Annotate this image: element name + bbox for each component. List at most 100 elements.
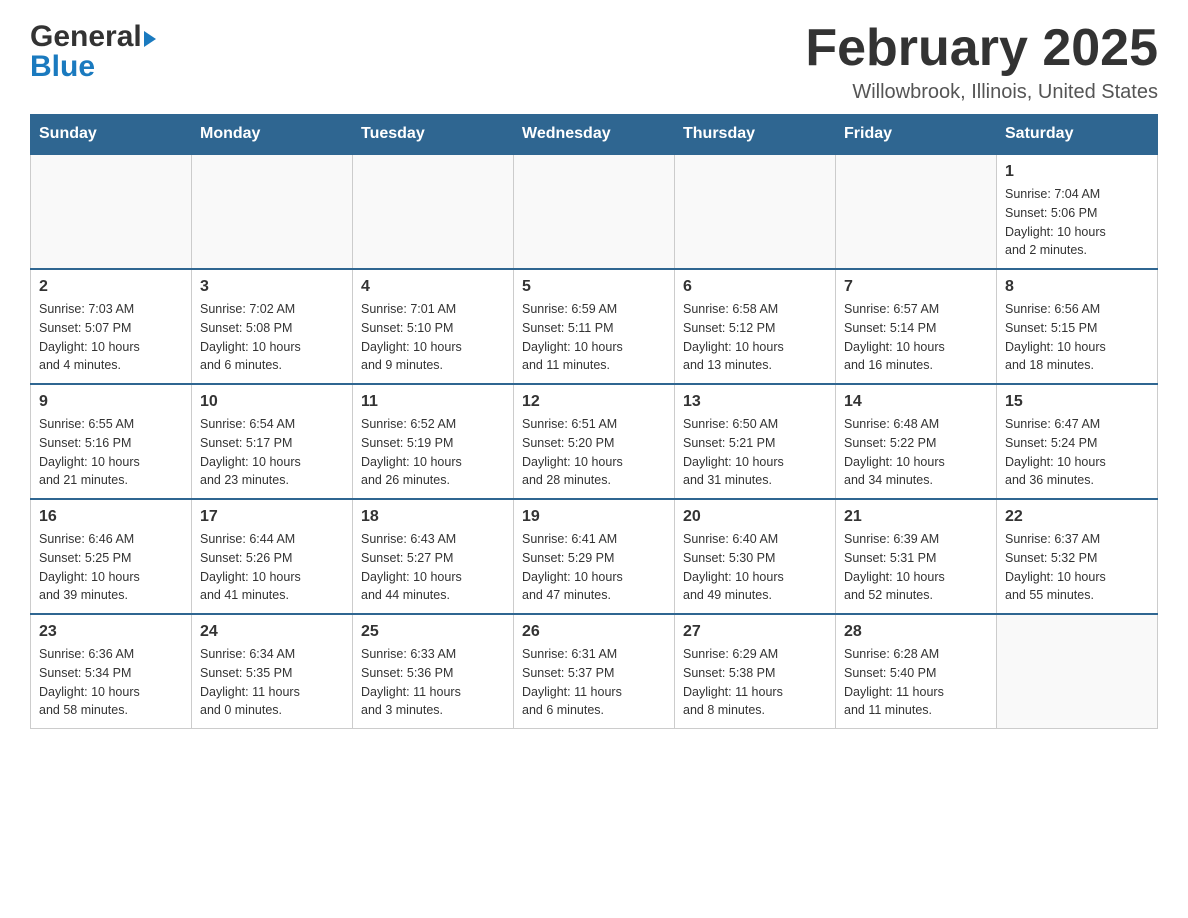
logo-general-text: General	[30, 20, 142, 54]
day-number: 5	[522, 278, 666, 296]
day-number: 24	[200, 623, 344, 641]
day-number: 23	[39, 623, 183, 641]
col-tuesday: Tuesday	[353, 115, 514, 155]
day-info: Sunrise: 6:34 AM Sunset: 5:35 PM Dayligh…	[200, 645, 344, 720]
day-number: 3	[200, 278, 344, 296]
day-info: Sunrise: 6:37 AM Sunset: 5:32 PM Dayligh…	[1005, 530, 1149, 605]
day-info: Sunrise: 6:55 AM Sunset: 5:16 PM Dayligh…	[39, 415, 183, 490]
day-number: 2	[39, 278, 183, 296]
day-info: Sunrise: 6:56 AM Sunset: 5:15 PM Dayligh…	[1005, 300, 1149, 375]
col-friday: Friday	[836, 115, 997, 155]
calendar-week-row: 1 Sunrise: 7:04 AM Sunset: 5:06 PM Daylig…	[31, 154, 1158, 269]
day-number: 16	[39, 508, 183, 526]
day-info: Sunrise: 6:47 AM Sunset: 5:24 PM Dayligh…	[1005, 415, 1149, 490]
day-number: 7	[844, 278, 988, 296]
calendar-day-cell: 20 Sunrise: 6:40 AM Sunset: 5:30 PM Dayli…	[675, 499, 836, 614]
day-info: Sunrise: 6:52 AM Sunset: 5:19 PM Dayligh…	[361, 415, 505, 490]
day-number: 13	[683, 393, 827, 411]
day-number: 27	[683, 623, 827, 641]
calendar-table: Sunday Monday Tuesday Wednesday Thursday…	[30, 114, 1158, 729]
calendar-day-cell: 2 Sunrise: 7:03 AM Sunset: 5:07 PM Daylig…	[31, 269, 192, 384]
logo-arrow-icon	[144, 31, 156, 47]
day-info: Sunrise: 6:41 AM Sunset: 5:29 PM Dayligh…	[522, 530, 666, 605]
day-info: Sunrise: 6:44 AM Sunset: 5:26 PM Dayligh…	[200, 530, 344, 605]
calendar-day-cell: 12 Sunrise: 6:51 AM Sunset: 5:20 PM Dayli…	[514, 384, 675, 499]
day-number: 21	[844, 508, 988, 526]
calendar-day-cell: 18Sunrise: 6:43 AM Sunset: 5:27 PM Dayli…	[353, 499, 514, 614]
calendar-day-cell	[192, 154, 353, 269]
calendar-day-cell: 14 Sunrise: 6:48 AM Sunset: 5:22 PM Dayli…	[836, 384, 997, 499]
day-info: Sunrise: 6:54 AM Sunset: 5:17 PM Dayligh…	[200, 415, 344, 490]
day-number: 8	[1005, 278, 1149, 296]
calendar-day-cell: 7Sunrise: 6:57 AM Sunset: 5:14 PM Daylig…	[836, 269, 997, 384]
calendar-day-cell: 17 Sunrise: 6:44 AM Sunset: 5:26 PM Dayli…	[192, 499, 353, 614]
day-number: 18	[361, 508, 505, 526]
calendar-day-cell: 21 Sunrise: 6:39 AM Sunset: 5:31 PM Dayli…	[836, 499, 997, 614]
day-info: Sunrise: 6:39 AM Sunset: 5:31 PM Dayligh…	[844, 530, 988, 605]
calendar-day-cell: 25 Sunrise: 6:33 AM Sunset: 5:36 PM Dayli…	[353, 614, 514, 729]
col-saturday: Saturday	[997, 115, 1158, 155]
day-info: Sunrise: 6:29 AM Sunset: 5:38 PM Dayligh…	[683, 645, 827, 720]
day-info: Sunrise: 6:28 AM Sunset: 5:40 PM Dayligh…	[844, 645, 988, 720]
day-number: 25	[361, 623, 505, 641]
calendar-day-cell: 1 Sunrise: 7:04 AM Sunset: 5:06 PM Daylig…	[997, 154, 1158, 269]
month-title: February 2025	[805, 20, 1158, 77]
calendar-day-cell	[353, 154, 514, 269]
day-number: 9	[39, 393, 183, 411]
calendar-week-row: 16 Sunrise: 6:46 AM Sunset: 5:25 PM Dayli…	[31, 499, 1158, 614]
day-number: 10	[200, 393, 344, 411]
calendar-week-row: 9 Sunrise: 6:55 AM Sunset: 5:16 PM Daylig…	[31, 384, 1158, 499]
day-info: Sunrise: 6:59 AM Sunset: 5:11 PM Dayligh…	[522, 300, 666, 375]
day-number: 26	[522, 623, 666, 641]
calendar-day-cell: 27 Sunrise: 6:29 AM Sunset: 5:38 PM Dayli…	[675, 614, 836, 729]
day-info: Sunrise: 6:58 AM Sunset: 5:12 PM Dayligh…	[683, 300, 827, 375]
calendar-day-cell: 8 Sunrise: 6:56 AM Sunset: 5:15 PM Daylig…	[997, 269, 1158, 384]
day-number: 17	[200, 508, 344, 526]
day-info: Sunrise: 7:03 AM Sunset: 5:07 PM Dayligh…	[39, 300, 183, 375]
col-monday: Monday	[192, 115, 353, 155]
calendar-day-cell: 15 Sunrise: 6:47 AM Sunset: 5:24 PM Dayli…	[997, 384, 1158, 499]
day-number: 1	[1005, 163, 1149, 181]
calendar-day-cell	[514, 154, 675, 269]
day-info: Sunrise: 6:36 AM Sunset: 5:34 PM Dayligh…	[39, 645, 183, 720]
calendar-day-cell: 16 Sunrise: 6:46 AM Sunset: 5:25 PM Dayli…	[31, 499, 192, 614]
day-info: Sunrise: 6:46 AM Sunset: 5:25 PM Dayligh…	[39, 530, 183, 605]
title-block: February 2025 Willowbrook, Illinois, Uni…	[805, 20, 1158, 104]
day-info: Sunrise: 7:04 AM Sunset: 5:06 PM Dayligh…	[1005, 185, 1149, 260]
day-number: 4	[361, 278, 505, 296]
col-sunday: Sunday	[31, 115, 192, 155]
day-info: Sunrise: 6:33 AM Sunset: 5:36 PM Dayligh…	[361, 645, 505, 720]
logo-blue-text: Blue	[30, 50, 95, 84]
calendar-day-cell: 19Sunrise: 6:41 AM Sunset: 5:29 PM Dayli…	[514, 499, 675, 614]
calendar-day-cell: 24 Sunrise: 6:34 AM Sunset: 5:35 PM Dayli…	[192, 614, 353, 729]
day-info: Sunrise: 7:02 AM Sunset: 5:08 PM Dayligh…	[200, 300, 344, 375]
day-info: Sunrise: 7:01 AM Sunset: 5:10 PM Dayligh…	[361, 300, 505, 375]
day-number: 11	[361, 393, 505, 411]
day-info: Sunrise: 6:50 AM Sunset: 5:21 PM Dayligh…	[683, 415, 827, 490]
day-number: 22	[1005, 508, 1149, 526]
calendar-day-cell	[31, 154, 192, 269]
day-number: 12	[522, 393, 666, 411]
calendar-header-row: Sunday Monday Tuesday Wednesday Thursday…	[31, 115, 1158, 155]
calendar-week-row: 2 Sunrise: 7:03 AM Sunset: 5:07 PM Daylig…	[31, 269, 1158, 384]
logo: General Blue	[30, 20, 156, 84]
day-number: 20	[683, 508, 827, 526]
day-info: Sunrise: 6:48 AM Sunset: 5:22 PM Dayligh…	[844, 415, 988, 490]
page-header: General Blue February 2025 Willowbrook, …	[30, 20, 1158, 104]
calendar-day-cell	[997, 614, 1158, 729]
day-number: 14	[844, 393, 988, 411]
calendar-day-cell	[675, 154, 836, 269]
day-info: Sunrise: 6:51 AM Sunset: 5:20 PM Dayligh…	[522, 415, 666, 490]
calendar-day-cell: 11 Sunrise: 6:52 AM Sunset: 5:19 PM Dayli…	[353, 384, 514, 499]
calendar-day-cell: 28Sunrise: 6:28 AM Sunset: 5:40 PM Dayli…	[836, 614, 997, 729]
calendar-day-cell: 10 Sunrise: 6:54 AM Sunset: 5:17 PM Dayli…	[192, 384, 353, 499]
calendar-day-cell: 26Sunrise: 6:31 AM Sunset: 5:37 PM Dayli…	[514, 614, 675, 729]
day-info: Sunrise: 6:40 AM Sunset: 5:30 PM Dayligh…	[683, 530, 827, 605]
calendar-day-cell: 6Sunrise: 6:58 AM Sunset: 5:12 PM Daylig…	[675, 269, 836, 384]
col-wednesday: Wednesday	[514, 115, 675, 155]
calendar-day-cell: 22 Sunrise: 6:37 AM Sunset: 5:32 PM Dayli…	[997, 499, 1158, 614]
calendar-day-cell: 23 Sunrise: 6:36 AM Sunset: 5:34 PM Dayli…	[31, 614, 192, 729]
day-number: 15	[1005, 393, 1149, 411]
location-text: Willowbrook, Illinois, United States	[805, 81, 1158, 104]
col-thursday: Thursday	[675, 115, 836, 155]
